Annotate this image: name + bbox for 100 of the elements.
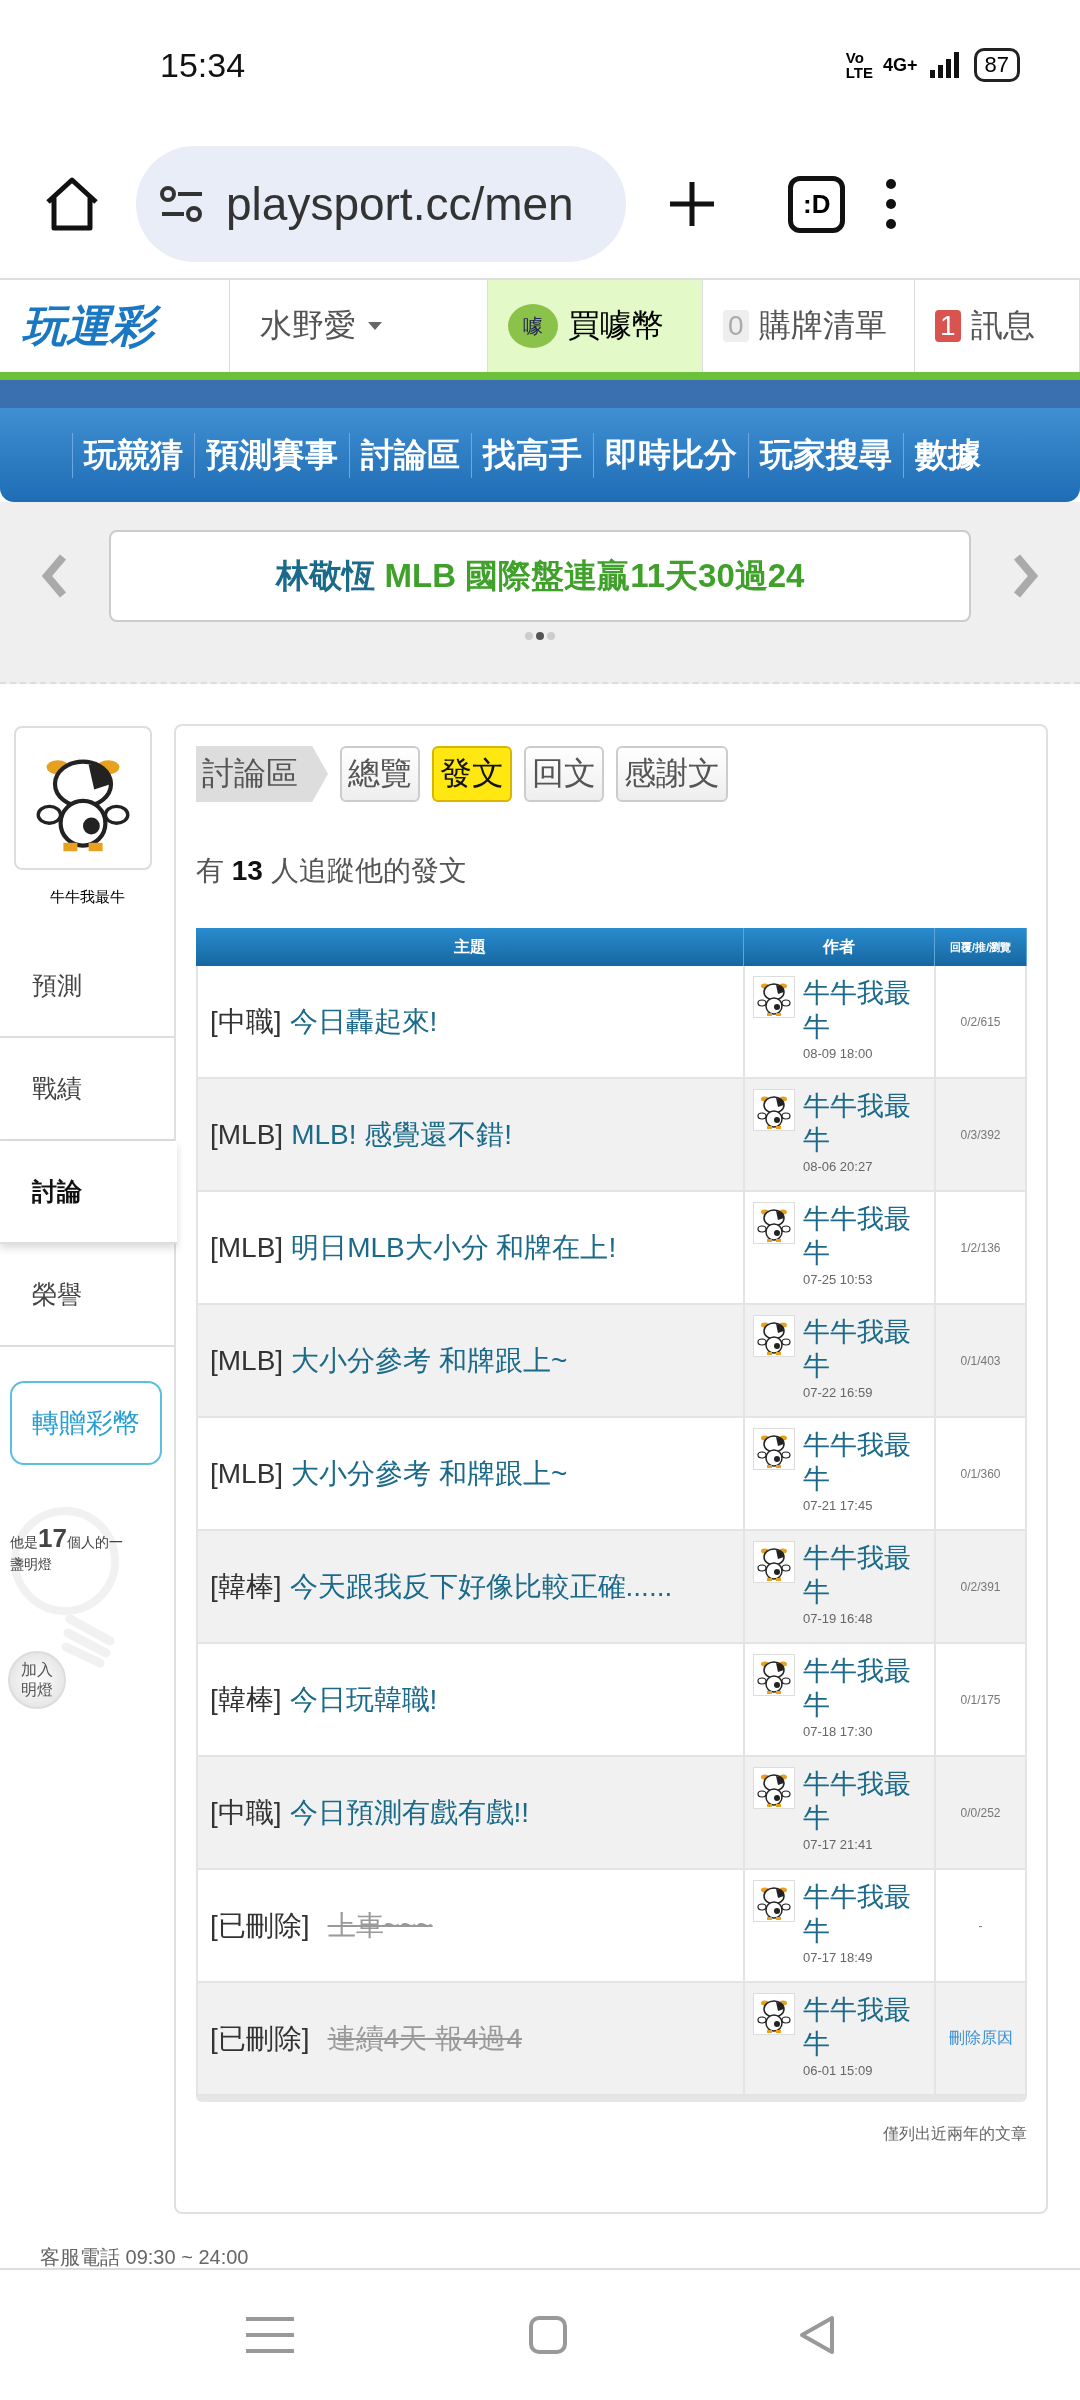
cow-icon [753, 1880, 795, 1922]
author-link[interactable]: 牛牛我最牛 [803, 1428, 923, 1496]
cow-icon [753, 1654, 795, 1696]
nav-link[interactable]: 預測賽事 [194, 432, 349, 478]
profile-menu-item[interactable]: 討論 [0, 1141, 177, 1244]
carousel-dot[interactable] [547, 632, 555, 640]
cow-icon [753, 1428, 795, 1470]
volte-label: Vo LTE [845, 50, 873, 80]
coin-icon: 噱 [508, 304, 558, 348]
post-stats: 1/2/136 [960, 1240, 1001, 1255]
cart-label: 購牌清單 [758, 306, 887, 345]
post-date: 08-06 20:27 [803, 1159, 874, 1174]
profile-menu-item[interactable]: 預測 [0, 935, 174, 1038]
messages-label: 訊息 [970, 306, 1035, 345]
post-title-link[interactable]: 今天跟我反下好像比較正確...... [289, 1567, 673, 1606]
footer-text: 客服電話 09:30 ~ 24:00 [39, 2245, 250, 2270]
post-date: 08-09 18:00 [803, 1046, 874, 1061]
cow-icon [753, 1202, 795, 1244]
post-stats: 0/3/392 [960, 1127, 1001, 1142]
post-date: 07-21 17:45 [803, 1498, 874, 1513]
cow-icon [753, 1993, 795, 2035]
count-badge: 0 [723, 310, 749, 342]
author-link[interactable]: 牛牛我最牛 [803, 976, 923, 1044]
deleted-post-title: 上車~~~ [327, 1908, 433, 1943]
post-stats: 0/1/360 [960, 1466, 1001, 1481]
site-logo[interactable]: 玩運彩 [18, 296, 164, 356]
nav-link[interactable]: 找高手 [471, 432, 593, 478]
author-link[interactable]: 牛牛我最牛 [803, 1089, 923, 1157]
author-link[interactable]: 牛牛我最牛 [803, 1654, 923, 1722]
profile-menu-item[interactable]: 榮譽 [0, 1244, 174, 1347]
nav-link[interactable]: 討論區 [349, 432, 471, 478]
carousel-dot[interactable] [536, 632, 544, 640]
banner-headline[interactable]: 林敬恆 MLB 國際盤連贏11天30過24 [109, 530, 971, 622]
cow-icon [753, 976, 795, 1018]
network-label: 4G+ [883, 54, 918, 76]
nav-link[interactable]: 即時比分 [593, 432, 748, 478]
deleted-post-title: 連續4天 報4過4 [327, 2021, 523, 2056]
nav-link[interactable]: 玩競猜 [72, 432, 194, 478]
address-bar[interactable]: playsport.cc/men [136, 146, 626, 262]
buy-coins-button[interactable]: 噱 買噱幣 [488, 280, 703, 372]
post-date: 07-25 10:53 [803, 1272, 874, 1287]
post-stats: 0/1/175 [960, 1692, 1001, 1707]
post-category: [已刪除] [210, 1908, 310, 1943]
nav-link[interactable]: 數據 [903, 432, 992, 478]
post-category: [MLB] [210, 1344, 284, 1377]
post-stats: 0/1/403 [960, 1353, 1001, 1368]
forum-tab[interactable]: 發文 [432, 746, 512, 802]
post-title-link[interactable]: 今日玩韓職! [289, 1680, 438, 1719]
post-title-link[interactable]: 大小分參考 和牌跟上~ [291, 1454, 568, 1493]
delete-reason-link[interactable]: 刪除原因 [948, 2028, 1013, 2049]
forum-tab[interactable]: 總覽 [340, 746, 420, 802]
post-date: 07-22 16:59 [803, 1385, 874, 1400]
author-link[interactable]: 牛牛我最牛 [803, 1767, 923, 1835]
count-badge: 1 [935, 310, 961, 342]
post-stats: 0/2/615 [960, 1014, 1001, 1029]
lamp-count-text: 他是17個人的一盞明燈 [9, 1522, 124, 1574]
post-category: [中職] [210, 1795, 282, 1830]
post-date: 07-18 17:30 [803, 1724, 874, 1739]
post-stats: 0/2/391 [960, 1579, 1001, 1594]
forum-tab[interactable]: 回文 [524, 746, 604, 802]
cow-icon [753, 1315, 795, 1357]
cow-icon [753, 1767, 795, 1809]
cow-icon [753, 1089, 795, 1131]
post-title-link[interactable]: 今日轟起來! [289, 1002, 438, 1041]
user-name: 牛牛我最牛 [48, 888, 126, 907]
author-link[interactable]: 牛牛我最牛 [803, 1202, 923, 1270]
nav-link[interactable]: 玩家搜尋 [748, 432, 903, 478]
post-date: 07-19 16:48 [803, 1611, 874, 1626]
carousel-dot[interactable] [525, 632, 533, 640]
post-category: [韓棒] [210, 1569, 282, 1604]
author-link[interactable]: 牛牛我最牛 [803, 1315, 923, 1383]
table-note: 僅列出近兩年的文章 [882, 2124, 1027, 2144]
post-category: [MLB] [210, 1231, 284, 1264]
post-title-link[interactable]: 大小分參考 和牌跟上~ [291, 1341, 568, 1380]
post-category: [中職] [210, 1004, 282, 1039]
post-category: [MLB] [210, 1118, 284, 1151]
add-lamp-button[interactable]: 加入明燈 [8, 1651, 66, 1709]
battery-level: 87 [984, 52, 1009, 77]
author-link[interactable]: 牛牛我最牛 [803, 1993, 923, 2061]
tab-switcher-button[interactable]: :D [788, 175, 846, 233]
post-title-link[interactable]: MLB! 感覺還不錯! [291, 1115, 513, 1154]
post-stats: - [978, 1918, 983, 1933]
clock-time: 15:34 [160, 45, 246, 85]
author-link[interactable]: 牛牛我最牛 [803, 1880, 923, 1948]
post-title-link[interactable]: 今日預測有戲有戲!! [289, 1793, 530, 1832]
section-label: 討論區 [196, 746, 328, 802]
post-title-link[interactable]: 明日MLB大小分 和牌在上! [291, 1228, 617, 1267]
post-category: [MLB] [210, 1457, 284, 1490]
post-date: 06-01 15:09 [803, 2063, 874, 2078]
post-date: 07-17 18:49 [803, 1950, 874, 1965]
author-link[interactable]: 牛牛我最牛 [803, 1541, 923, 1609]
post-category: [已刪除] [210, 2021, 310, 2056]
cow-icon [753, 1541, 795, 1583]
home-button-icon[interactable] [528, 2315, 568, 2355]
caret-icon [366, 320, 384, 332]
post-category: [韓棒] [210, 1682, 282, 1717]
follower-count-text: 有 13 人追蹤他的發文 [196, 854, 468, 888]
post-stats: 0/0/252 [960, 1805, 1001, 1820]
forum-tab[interactable]: 感謝文 [616, 746, 728, 802]
post-date: 07-17 21:41 [803, 1837, 874, 1852]
